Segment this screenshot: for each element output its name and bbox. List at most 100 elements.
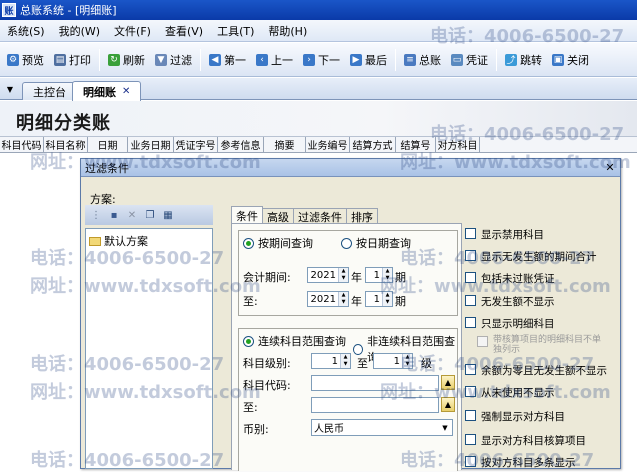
first-label: 第一 (224, 53, 246, 67)
checkbox-option[interactable]: 强制显示对方科目 (465, 409, 565, 424)
checkbox-option[interactable]: 显示对方科目核算项目 (465, 433, 586, 448)
column-header[interactable]: 业务日期 (128, 137, 174, 152)
voucher-button[interactable]: ▭ 凭证 (446, 47, 493, 73)
account-pick-icon[interactable]: ▲ (441, 375, 455, 390)
level-from-stepper[interactable]: 1 ▲ ▼ (311, 353, 351, 369)
copy-icon[interactable]: ❐ (143, 208, 157, 222)
checkbox-box[interactable] (465, 250, 476, 261)
checkbox-option[interactable]: 按对方科目多条显示 (465, 455, 576, 470)
checkbox-option[interactable]: 从未使用不显示 (465, 385, 555, 400)
year-unit: 年 (351, 271, 362, 284)
window-titlebar: 账 总账系统 - [明细账] (0, 0, 637, 20)
menu-my[interactable]: 我的(W) (52, 23, 107, 39)
checkbox-box[interactable] (465, 456, 476, 467)
tab-close-icon[interactable]: ✕ (122, 86, 130, 97)
stepper-arrows-icon[interactable]: ▲ ▼ (338, 268, 348, 282)
radio-indicator (353, 343, 364, 355)
column-header[interactable]: 结算号 (396, 137, 436, 152)
stepper-arrows-icon[interactable]: ▲ ▼ (338, 292, 348, 306)
last-button[interactable]: ▶ 最后 (345, 47, 392, 73)
tab-filter-conditions[interactable]: 过滤条件 (293, 208, 347, 224)
from-year-stepper[interactable]: 2021 ▲ ▼ (307, 267, 349, 283)
ledger-button[interactable]: ≡ 总账 (399, 47, 446, 73)
checkbox-box[interactable] (465, 434, 476, 445)
column-header[interactable]: 业务编号 (306, 137, 350, 152)
checkbox-option[interactable]: 无发生额不显示 (465, 294, 555, 309)
column-header[interactable]: 摘要 (264, 137, 306, 152)
level-unit: 级 (421, 357, 432, 370)
currency-select[interactable]: 人民币 ▼ (311, 419, 453, 436)
close-doc-button[interactable]: ▣ 关闭 (547, 47, 594, 73)
column-header[interactable]: 科目名称 (44, 137, 88, 152)
page-title: 明细分类账 (16, 113, 111, 134)
toolbar-separator (496, 48, 497, 71)
checkbox-box[interactable] (465, 410, 476, 421)
stepper-arrows-icon[interactable]: ▲ ▼ (382, 268, 392, 282)
checkbox-option[interactable]: 只显示明细科目 (465, 316, 555, 331)
stepper-arrows-icon[interactable]: ▲ ▼ (382, 292, 392, 306)
checkbox-label: 从未使用不显示 (481, 387, 555, 399)
next-icon: › (303, 53, 315, 66)
currency-value: 人民币 (314, 424, 344, 435)
next-button[interactable]: › 下一 (298, 47, 345, 73)
column-header[interactable]: 科目代码 (0, 137, 44, 152)
to-period-stepper[interactable]: 1 ▲ ▼ (365, 291, 393, 307)
checkbox-option[interactable]: 包括未过账凭证 (465, 271, 555, 286)
chevron-down-icon[interactable]: ▼ (438, 420, 452, 435)
column-header[interactable]: 日期 (88, 137, 128, 152)
tab-sort[interactable]: 排序 (346, 208, 378, 224)
menu-tools[interactable]: 工具(T) (210, 23, 261, 39)
to-year-stepper[interactable]: 2021 ▲ ▼ (307, 291, 349, 307)
level-label: 科目级别: (243, 357, 291, 370)
first-button[interactable]: ◀ 第一 (204, 47, 251, 73)
checkbox-box[interactable] (465, 364, 476, 375)
tab-label: 明细账 (83, 85, 116, 99)
prev-button[interactable]: ‹ 上一 (251, 47, 298, 73)
checkbox-box[interactable] (465, 295, 476, 306)
checkbox-box[interactable] (465, 272, 476, 283)
account-code-to-input[interactable] (311, 397, 439, 413)
level-to-stepper[interactable]: 1 ▲ ▼ (373, 353, 413, 369)
menu-view[interactable]: 查看(V) (158, 23, 210, 39)
menu-system[interactable]: 系统(S) (0, 23, 52, 39)
checkbox-option[interactable]: 显示禁用科目 (465, 227, 544, 242)
tab-main-console[interactable]: 主控台 (22, 82, 77, 100)
grid-icon[interactable]: ▦ (161, 208, 175, 222)
option-tabs: 条件 高级 过滤条件 排序 (231, 206, 378, 225)
save-icon[interactable]: ▪ (107, 208, 121, 222)
jump-button[interactable]: ⤴ 跳转 (500, 47, 547, 73)
column-header[interactable]: 凭证字号 (174, 137, 218, 152)
checkbox-option[interactable]: 显示无发生额的期间合计 (465, 249, 597, 264)
delete-icon[interactable]: ✕ (125, 208, 139, 222)
tab-ledger-detail[interactable]: 明细账 ✕ (72, 81, 142, 101)
menu-help[interactable]: 帮助(H) (261, 23, 314, 39)
checkbox-box[interactable] (465, 386, 476, 397)
radio-by-period[interactable]: 按期间查询 (243, 235, 313, 251)
refresh-button[interactable]: ↻ 刷新 (103, 47, 150, 73)
stepper-arrows-icon[interactable]: ▲ ▼ (340, 354, 350, 368)
list-item[interactable]: 默认方案 (89, 233, 148, 249)
stepper-arrows-icon[interactable]: ▲ ▼ (402, 354, 412, 368)
column-header[interactable]: 对方科目 (436, 137, 480, 152)
column-header[interactable]: 参考信息 (218, 137, 264, 152)
account-code-from-input[interactable] (311, 375, 439, 391)
account-pick-icon[interactable]: ▲ (441, 397, 455, 412)
filter-button[interactable]: ▼ 过滤 (150, 47, 197, 73)
tab-menu-arrow-icon[interactable]: ▼ (3, 83, 17, 95)
dialog-close-icon[interactable]: ✕ (603, 161, 617, 174)
radio-by-date[interactable]: 按日期查询 (341, 235, 411, 251)
column-header[interactable]: 结算方式 (350, 137, 396, 152)
report-header: 明细分类账 (0, 101, 637, 137)
preview-button[interactable]: ⚙ 预览 (2, 47, 49, 73)
checkbox-box[interactable] (465, 228, 476, 239)
menu-file[interactable]: 文件(F) (107, 23, 158, 39)
checkbox-option[interactable]: 余额为零且无发生额不显示 (465, 363, 607, 378)
radio-continuous-range[interactable]: 连续科目范围查询 (243, 333, 346, 349)
radio-indicator (243, 335, 254, 347)
print-button[interactable]: ▤ 打印 (49, 47, 96, 73)
checkbox-box[interactable] (465, 317, 476, 328)
from-period-stepper[interactable]: 1 ▲ ▼ (365, 267, 393, 283)
filter-dialog: 过滤条件 ✕ 方案: ⋮ ▪ ✕ ❐ ▦ 默认方案 条件 高级 过滤条件 排序 … (80, 158, 621, 471)
preview-label: 预览 (22, 53, 44, 67)
tab-advanced[interactable]: 高级 (262, 208, 294, 224)
